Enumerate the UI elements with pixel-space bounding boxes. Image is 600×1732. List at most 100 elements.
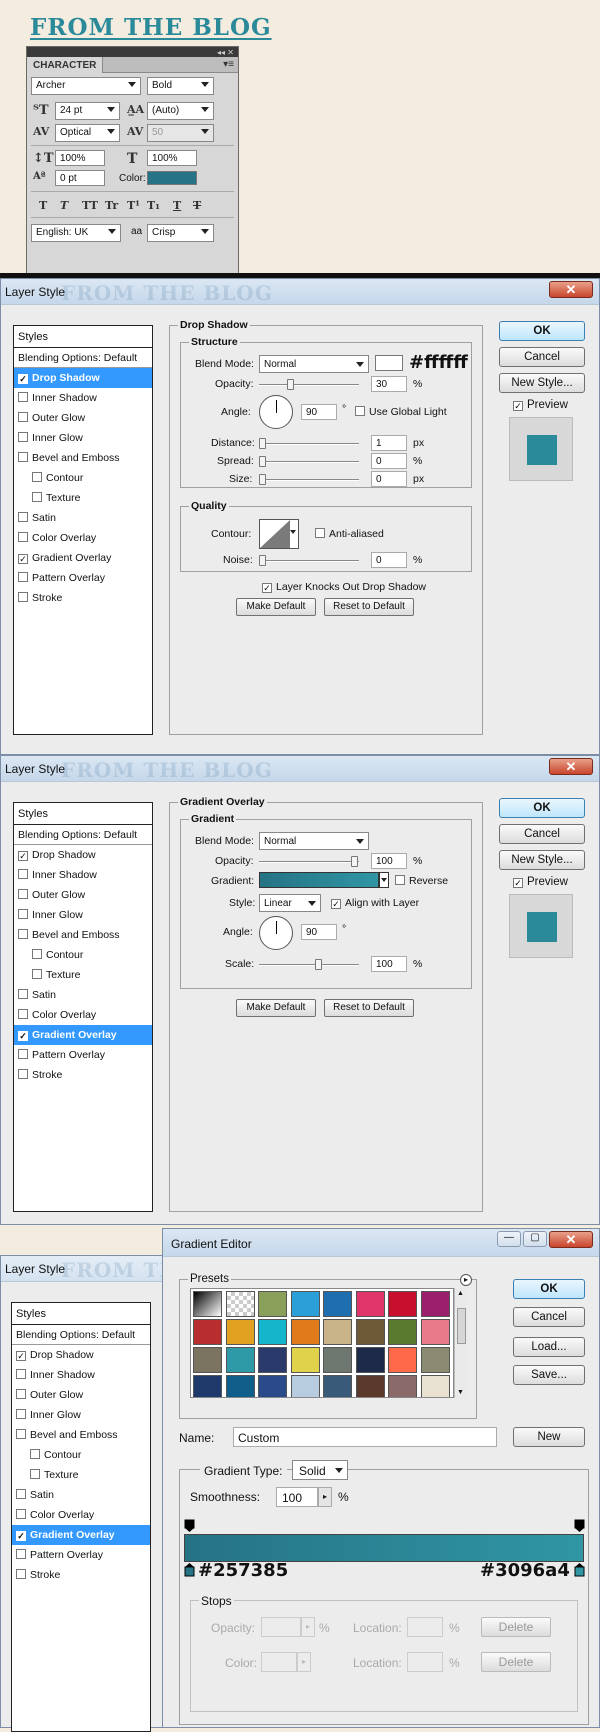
noise-field[interactable]: 0 (371, 552, 407, 568)
checkbox-icon[interactable] (16, 1369, 26, 1379)
checkbox-icon[interactable] (18, 1069, 28, 1079)
vertical-scale-field[interactable]: 100% (55, 150, 105, 166)
leading-field[interactable]: (Auto) (147, 102, 214, 120)
preset-swatch[interactable] (258, 1319, 287, 1345)
style-item-color-overlay[interactable]: Color Overlay (14, 528, 152, 548)
close-button[interactable]: ✕ (549, 281, 593, 298)
stop-opacity-field[interactable] (261, 1617, 301, 1637)
close-button[interactable]: ✕ (549, 1231, 593, 1248)
slider-thumb[interactable] (259, 438, 266, 449)
style-item-texture[interactable]: Texture (14, 965, 152, 985)
preset-swatch[interactable] (355, 1375, 385, 1397)
preset-swatch[interactable] (290, 1319, 320, 1345)
scroll-up-icon[interactable]: ▲ (457, 1290, 464, 1297)
anti-aliased-checkbox[interactable]: Anti-aliased (315, 528, 384, 540)
presets-menu-icon[interactable]: ▸ (460, 1274, 472, 1286)
superscript-button[interactable]: T¹ (127, 199, 140, 212)
checkbox-icon[interactable] (18, 929, 28, 939)
delete-opacity-stop-button[interactable]: Delete (481, 1617, 551, 1637)
stop-location-field[interactable] (407, 1617, 443, 1637)
stop-opacity-stepper[interactable]: ▸ (301, 1617, 315, 1637)
checkbox-icon[interactable] (18, 512, 28, 522)
preset-swatch[interactable] (193, 1347, 222, 1373)
style-item-texture[interactable]: Texture (14, 488, 152, 508)
style-item-color-overlay[interactable]: Color Overlay (14, 1005, 152, 1025)
faux-bold-button[interactable]: T (39, 199, 47, 212)
checkbox-icon[interactable] (18, 392, 28, 402)
style-item-bevel-and-emboss[interactable]: Bevel and Emboss (14, 925, 152, 945)
preset-swatch[interactable] (193, 1291, 222, 1317)
checkbox-icon[interactable]: ✓ (18, 851, 28, 861)
gradient-style-select[interactable]: Linear (259, 894, 321, 912)
size-slider[interactable] (259, 474, 359, 485)
checkbox-icon[interactable] (16, 1569, 26, 1579)
checkbox-icon[interactable] (32, 969, 42, 979)
minimize-button[interactable]: — (497, 1231, 521, 1247)
opacity-slider[interactable] (259, 379, 359, 390)
preset-swatch[interactable] (355, 1347, 385, 1373)
checkbox-icon[interactable] (30, 1449, 40, 1459)
cancel-button[interactable]: Cancel (499, 824, 585, 844)
smoothness-stepper[interactable]: ▸ (318, 1487, 332, 1507)
style-item-pattern-overlay[interactable]: Pattern Overlay (14, 568, 152, 588)
checkbox-icon[interactable] (32, 472, 42, 482)
slider-thumb[interactable] (315, 959, 322, 970)
underline-button[interactable]: T (173, 199, 181, 212)
close-button[interactable]: ✕ (549, 758, 593, 775)
style-item-contour[interactable]: Contour (12, 1445, 150, 1465)
kerning-select[interactable]: Optical (55, 124, 120, 142)
preview-checkbox[interactable]: ✓ Preview (513, 876, 568, 888)
blending-options[interactable]: Blending Options: Default (14, 348, 152, 368)
panel-menu-icon[interactable]: ▾≡ (223, 59, 234, 70)
style-item-contour[interactable]: Contour (14, 468, 152, 488)
opacity-field[interactable]: 100 (371, 853, 407, 869)
blend-mode-select[interactable]: Normal (259, 355, 369, 373)
baseline-shift-field[interactable]: 0 pt (55, 170, 105, 186)
slider-thumb[interactable] (351, 856, 358, 867)
global-light-checkbox[interactable]: Use Global Light (355, 406, 447, 418)
style-item-bevel-and-emboss[interactable]: Bevel and Emboss (12, 1425, 150, 1445)
stop-location-field[interactable] (407, 1652, 443, 1672)
blend-mode-select[interactable]: Normal (259, 832, 369, 850)
style-item-color-overlay[interactable]: Color Overlay (12, 1505, 150, 1525)
new-gradient-button[interactable]: New (513, 1427, 585, 1447)
preset-swatch[interactable] (290, 1375, 320, 1397)
checkbox-icon[interactable] (18, 452, 28, 462)
preview-checkbox[interactable]: ✓ Preview (513, 399, 568, 411)
delete-color-stop-button[interactable]: Delete (481, 1652, 551, 1672)
style-item-stroke[interactable]: Stroke (14, 588, 152, 608)
font-size-field[interactable]: 24 pt (55, 102, 120, 120)
checkbox-icon[interactable] (32, 949, 42, 959)
faux-italic-button[interactable]: T (60, 199, 68, 212)
checkbox-icon[interactable]: ✓ (16, 1351, 26, 1361)
style-item-drop-shadow[interactable]: ✓ Drop Shadow (14, 845, 152, 865)
opacity-field[interactable]: 30 (371, 376, 407, 392)
dialog-titlebar[interactable]: FROM THE BLOG Layer Style ✕ (1, 279, 599, 305)
gradient-name-field[interactable]: Custom (233, 1427, 497, 1447)
style-item-inner-glow[interactable]: Inner Glow (14, 905, 152, 925)
preset-swatch[interactable] (388, 1291, 417, 1317)
opacity-stop-left[interactable] (184, 1519, 195, 1533)
contour-picker[interactable] (259, 519, 299, 549)
opacity-stop-right[interactable] (574, 1519, 585, 1533)
shadow-color-swatch[interactable] (375, 355, 403, 371)
reset-default-button[interactable]: Reset to Default (324, 598, 414, 616)
preset-swatch[interactable] (355, 1319, 385, 1345)
checkbox-icon[interactable] (18, 592, 28, 602)
style-item-pattern-overlay[interactable]: Pattern Overlay (12, 1545, 150, 1565)
collapse-icon[interactable]: ◂◂ ✕ (217, 48, 234, 57)
dialog-titlebar[interactable]: FROM THE BLOG Layer Style (1, 1256, 272, 1282)
subscript-button[interactable]: T₁ (147, 199, 160, 212)
preset-swatch[interactable] (420, 1347, 450, 1373)
small-caps-button[interactable]: Tr (105, 199, 118, 212)
preset-swatch[interactable] (258, 1375, 287, 1397)
preset-swatch[interactable] (290, 1347, 320, 1373)
reset-default-button[interactable]: Reset to Default (324, 999, 414, 1017)
tracking-field[interactable]: 50 (147, 124, 214, 142)
style-item-gradient-overlay[interactable]: ✓ Gradient Overlay (14, 1025, 152, 1045)
preset-swatch[interactable] (225, 1319, 255, 1345)
preset-swatch[interactable] (355, 1291, 385, 1317)
style-item-pattern-overlay[interactable]: Pattern Overlay (14, 1045, 152, 1065)
checkbox-icon[interactable] (18, 532, 28, 542)
checkbox-icon[interactable] (32, 492, 42, 502)
